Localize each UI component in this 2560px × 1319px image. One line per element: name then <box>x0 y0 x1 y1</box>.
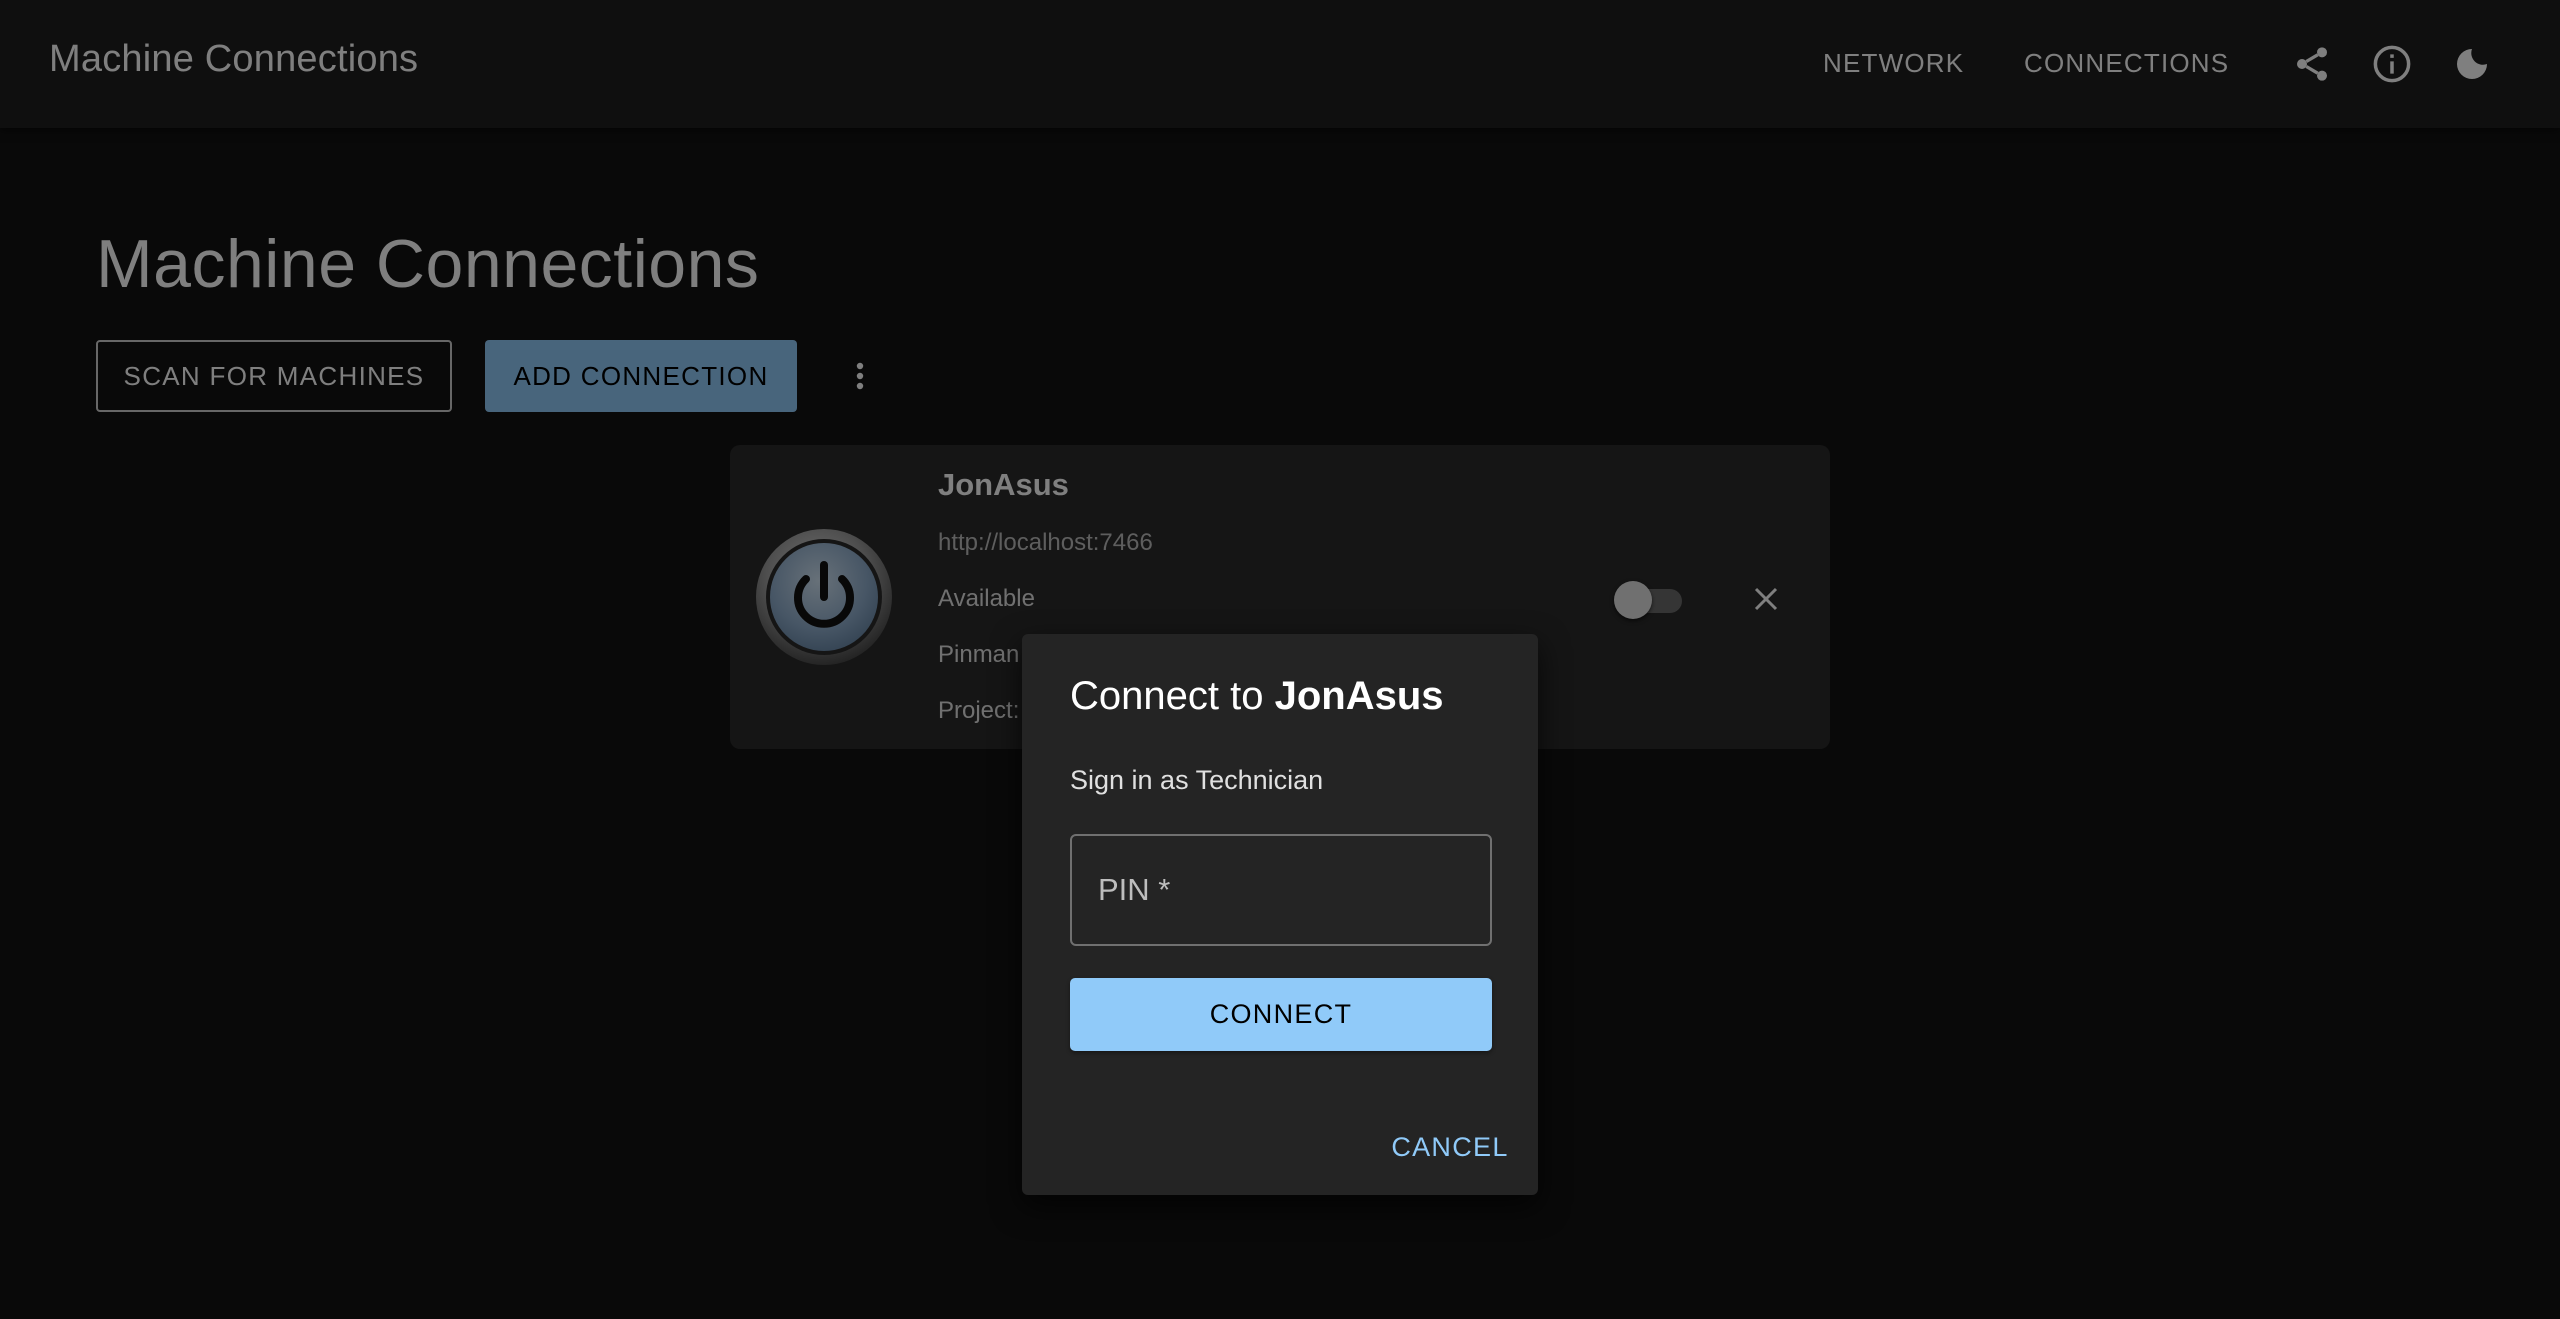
pin-input[interactable] <box>1072 836 1490 944</box>
connect-dialog: Connect to JonAsus Sign in as Technician… <box>1022 634 1538 1195</box>
dialog-title-prefix: Connect to <box>1070 674 1275 718</box>
dialog-title-machine: JonAsus <box>1274 674 1444 718</box>
cancel-button[interactable]: CANCEL <box>1382 1122 1518 1172</box>
pin-field[interactable]: PIN * <box>1070 834 1492 946</box>
connect-button[interactable]: CONNECT <box>1070 978 1492 1051</box>
dialog-subtitle: Sign in as Technician <box>1070 765 1324 795</box>
dialog-title: Connect to JonAsus <box>1070 674 1444 719</box>
